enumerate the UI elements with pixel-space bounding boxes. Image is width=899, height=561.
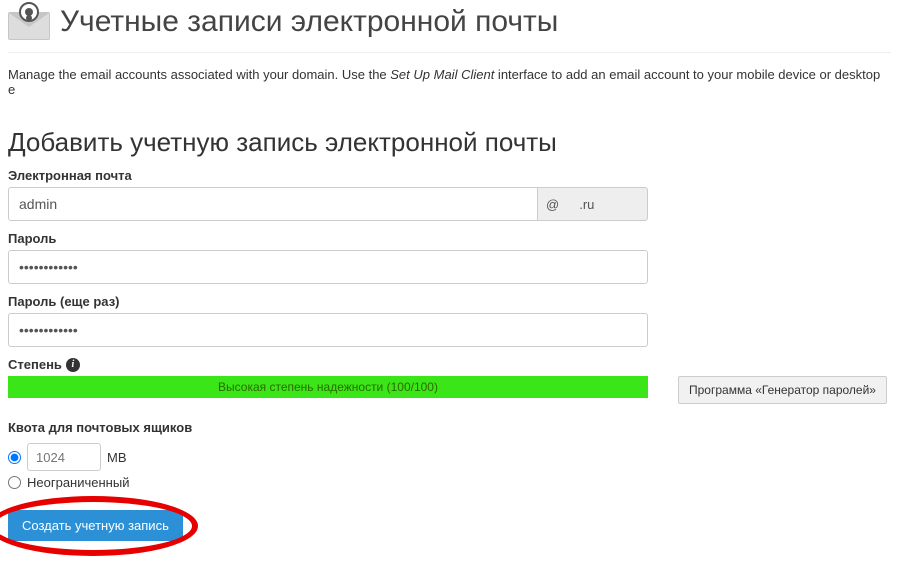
quota-value-input[interactable] (27, 443, 101, 471)
intro-text: Manage the email accounts associated wit… (8, 67, 891, 97)
password-confirm-input[interactable] (8, 313, 648, 347)
domain-suffix: .ru (579, 197, 594, 212)
password2-label: Пароль (еще раз) (8, 294, 648, 309)
strength-bar: Высокая степень надежности (100/100) (8, 376, 648, 398)
email-label: Электронная почта (8, 168, 648, 183)
strength-text: Высокая степень надежности (100/100) (218, 380, 438, 394)
section-heading: Добавить учетную запись электронной почт… (8, 127, 891, 158)
email-local-input[interactable] (8, 187, 538, 221)
strength-label-text: Степень (8, 357, 62, 372)
create-account-button[interactable]: Создать учетную запись (8, 510, 183, 541)
quota-unlimited-label: Неограниченный (27, 475, 129, 490)
quota-unit: MB (107, 450, 127, 465)
password-label: Пароль (8, 231, 648, 246)
mail-account-icon (8, 4, 50, 40)
email-domain-addon: @ .ru (538, 187, 648, 221)
quota-label: Квота для почтовых ящиков (8, 420, 891, 435)
strength-label: Степень i (8, 357, 648, 372)
intro-part1: Manage the email accounts associated wit… (8, 67, 390, 82)
info-icon[interactable]: i (66, 358, 80, 372)
page-title: Учетные записи электронной почты (60, 5, 558, 39)
quota-limited-radio[interactable] (8, 451, 21, 464)
page-header: Учетные записи электронной почты (8, 0, 891, 53)
intro-em: Set Up Mail Client (390, 67, 494, 82)
at-symbol: @ (546, 197, 559, 212)
password-generator-button[interactable]: Программа «Генератор паролей» (678, 376, 887, 404)
quota-unlimited-radio[interactable] (8, 476, 21, 489)
password-input[interactable] (8, 250, 648, 284)
